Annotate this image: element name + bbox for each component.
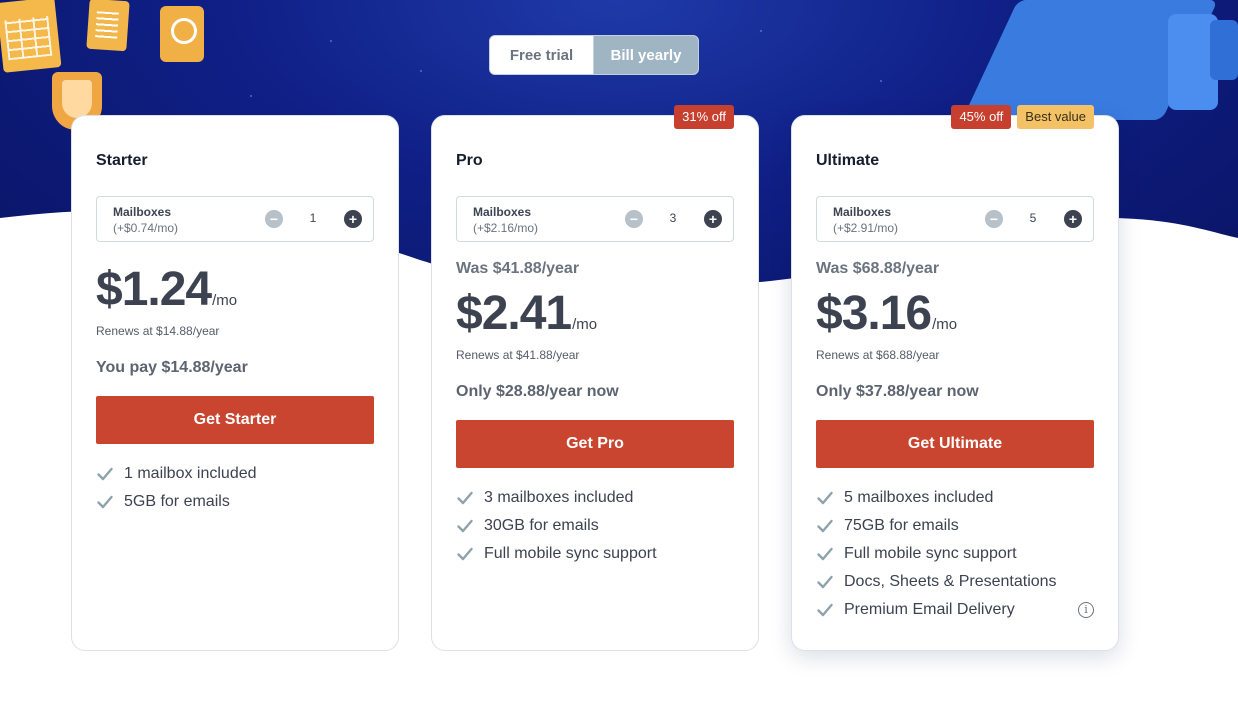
price-period: /mo bbox=[212, 292, 238, 309]
mailboxes-stepper: Mailboxes (+$2.16/mo) − 3 + bbox=[456, 196, 734, 242]
feature-text: 3 mailboxes included bbox=[484, 489, 634, 506]
feature-list: 5 mailboxes included 75GB for emails Ful… bbox=[816, 484, 1094, 624]
feature-item: 5 mailboxes included bbox=[816, 484, 1094, 512]
get-pro-button[interactable]: Get Pro bbox=[456, 420, 734, 468]
feature-text: Full mobile sync support bbox=[484, 545, 657, 562]
plan-name: Ultimate bbox=[816, 152, 880, 169]
monthly-price: $1.24 bbox=[96, 263, 212, 316]
feature-item: Premium Email Delivery i bbox=[816, 596, 1094, 624]
get-starter-button[interactable]: Get Starter bbox=[96, 396, 374, 444]
badge-group: 31% off bbox=[674, 105, 734, 129]
plan-name: Pro bbox=[456, 152, 483, 169]
discount-badge: 31% off bbox=[674, 105, 734, 129]
mailbox-extra-price: (+$2.91/mo) bbox=[833, 221, 899, 235]
renewal-note: Renews at $14.88/year bbox=[96, 324, 220, 338]
plus-circle-icon[interactable]: + bbox=[1064, 210, 1082, 228]
mailbox-quantity[interactable]: 5 bbox=[1015, 211, 1051, 225]
minus-circle-icon[interactable]: − bbox=[625, 210, 643, 228]
check-icon bbox=[456, 517, 474, 535]
pay-note: You pay $14.88/year bbox=[96, 359, 248, 376]
feature-item: 30GB for emails bbox=[456, 512, 734, 540]
check-icon bbox=[96, 465, 114, 483]
feature-text: 75GB for emails bbox=[844, 517, 959, 534]
price-period: /mo bbox=[932, 316, 958, 333]
mailboxes-label: Mailboxes bbox=[833, 205, 892, 219]
feature-list: 1 mailbox included 5GB for emails bbox=[96, 460, 374, 516]
feature-item: 5GB for emails bbox=[96, 488, 374, 516]
feature-item: 75GB for emails bbox=[816, 512, 1094, 540]
mailbox-extra-price: (+$2.16/mo) bbox=[473, 221, 539, 235]
feature-item: Full mobile sync support bbox=[456, 540, 734, 568]
renewal-note: Renews at $68.88/year bbox=[816, 348, 940, 362]
feature-text: 5 mailboxes included bbox=[844, 489, 994, 506]
mailboxes-stepper: Mailboxes (+$0.74/mo) − 1 + bbox=[96, 196, 374, 242]
was-price: Was $41.88/year bbox=[456, 260, 580, 277]
price-period: /mo bbox=[572, 316, 598, 333]
billing-toggle: Free trial Bill yearly bbox=[489, 35, 699, 75]
feature-list: 3 mailboxes included 30GB for emails Ful… bbox=[456, 484, 734, 568]
mailboxes-stepper: Mailboxes (+$2.91/mo) − 5 + bbox=[816, 196, 1094, 242]
feature-text: 1 mailbox included bbox=[124, 465, 257, 482]
bill-yearly-button[interactable]: Bill yearly bbox=[594, 36, 698, 74]
plan-card-starter: Starter Mailboxes (+$0.74/mo) − 1 + $1.2… bbox=[71, 115, 399, 651]
price-row: $2.41 /mo bbox=[456, 286, 597, 341]
plan-card-pro: 31% off Pro Mailboxes (+$2.16/mo) − 3 + … bbox=[431, 105, 759, 651]
feature-text: 5GB for emails bbox=[124, 493, 230, 510]
check-icon bbox=[456, 489, 474, 507]
feature-text: 30GB for emails bbox=[484, 517, 599, 534]
pay-note: Only $37.88/year now bbox=[816, 383, 979, 400]
check-icon bbox=[96, 493, 114, 511]
best-value-badge: Best value bbox=[1017, 105, 1094, 129]
feature-text: Premium Email Delivery bbox=[844, 601, 1015, 618]
plan-name: Starter bbox=[96, 152, 148, 169]
discount-badge: 45% off bbox=[951, 105, 1012, 129]
plus-circle-icon[interactable]: + bbox=[704, 210, 722, 228]
minus-circle-icon[interactable]: − bbox=[265, 210, 283, 228]
was-price: Was $68.88/year bbox=[816, 260, 940, 277]
pay-note: Only $28.88/year now bbox=[456, 383, 619, 400]
feature-item: Full mobile sync support bbox=[816, 540, 1094, 568]
feature-item: 3 mailboxes included bbox=[456, 484, 734, 512]
minus-circle-icon[interactable]: − bbox=[985, 210, 1003, 228]
mailbox-quantity[interactable]: 1 bbox=[295, 211, 331, 225]
price-row: $3.16 /mo bbox=[816, 286, 957, 341]
monthly-price: $3.16 bbox=[816, 287, 932, 340]
plus-circle-icon[interactable]: + bbox=[344, 210, 362, 228]
feature-text: Docs, Sheets & Presentations bbox=[844, 573, 1057, 590]
mailboxes-label: Mailboxes bbox=[473, 205, 532, 219]
price-row: $1.24 /mo bbox=[96, 262, 237, 317]
check-icon bbox=[816, 573, 834, 591]
check-icon bbox=[816, 545, 834, 563]
check-icon bbox=[816, 489, 834, 507]
mailbox-extra-price: (+$0.74/mo) bbox=[113, 221, 179, 235]
info-icon[interactable]: i bbox=[1078, 602, 1094, 618]
check-icon bbox=[816, 601, 834, 619]
get-ultimate-button[interactable]: Get Ultimate bbox=[816, 420, 1094, 468]
plan-card-ultimate: 45% off Best value Ultimate Mailboxes (+… bbox=[791, 105, 1119, 651]
free-trial-button[interactable]: Free trial bbox=[490, 36, 594, 74]
check-icon bbox=[456, 545, 474, 563]
renewal-note: Renews at $41.88/year bbox=[456, 348, 580, 362]
feature-text: Full mobile sync support bbox=[844, 545, 1017, 562]
monthly-price: $2.41 bbox=[456, 287, 572, 340]
badge-group: 45% off Best value bbox=[951, 105, 1094, 129]
mailbox-quantity[interactable]: 3 bbox=[655, 211, 691, 225]
check-icon bbox=[816, 517, 834, 535]
feature-item: Docs, Sheets & Presentations bbox=[816, 568, 1094, 596]
feature-item: 1 mailbox included bbox=[96, 460, 374, 488]
mailboxes-label: Mailboxes bbox=[113, 205, 172, 219]
